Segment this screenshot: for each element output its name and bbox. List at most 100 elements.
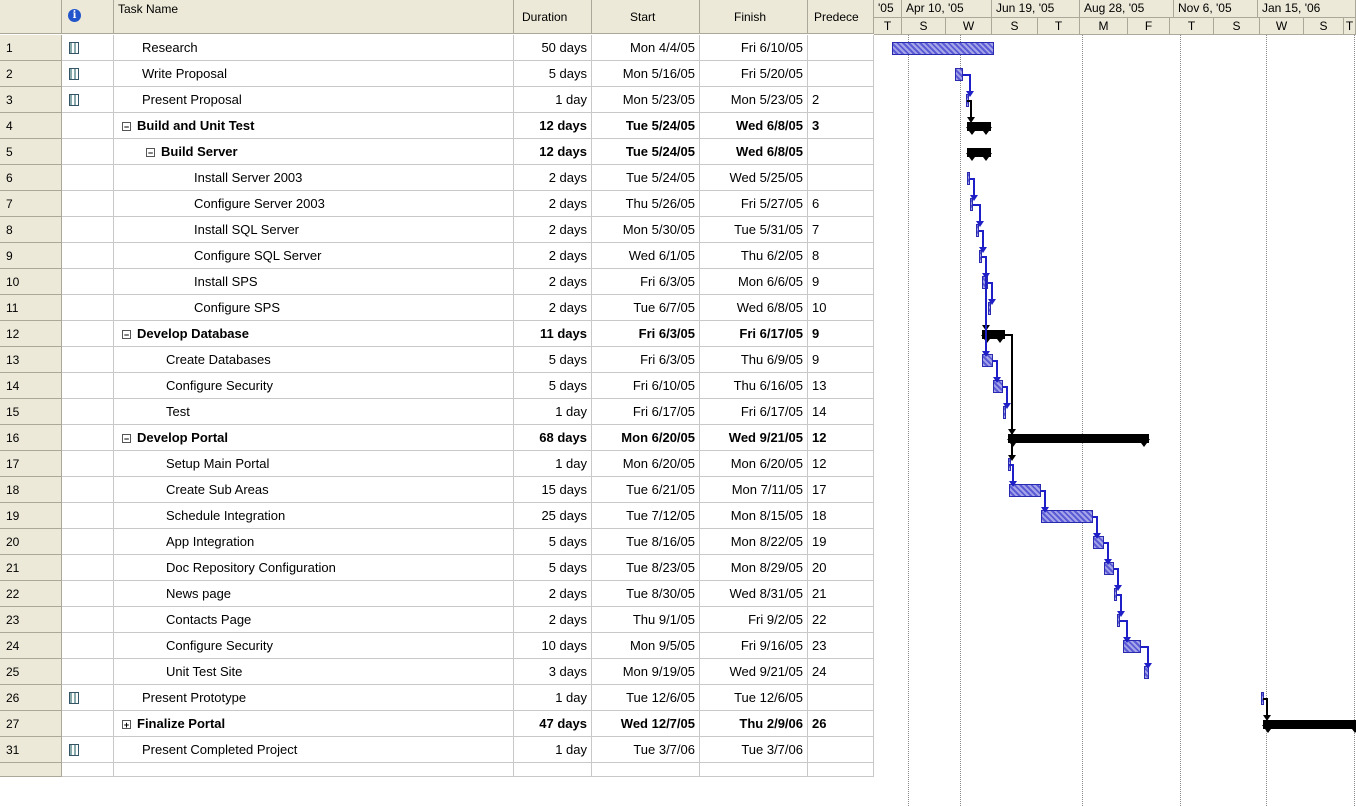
dependency-link[interactable] <box>1006 386 1008 403</box>
predecessors-cell[interactable] <box>808 165 874 191</box>
finish-cell[interactable]: Mon 8/15/05 <box>700 503 808 529</box>
dependency-link[interactable] <box>991 282 993 299</box>
dependency-link[interactable] <box>1106 542 1109 559</box>
dependency-link[interactable] <box>1043 490 1046 507</box>
start-cell[interactable]: Fri 6/3/05 <box>592 321 700 347</box>
start-cell[interactable]: Tue 3/7/06 <box>592 737 700 763</box>
start-cell[interactable]: Tue 6/7/05 <box>592 295 700 321</box>
predecessors-cell[interactable] <box>808 685 874 711</box>
table-row[interactable]: 17 Setup Main Portal 1 day Mon 6/20/05 Mon 6… <box>0 451 874 477</box>
duration-cell[interactable]: 1 day <box>514 399 592 425</box>
start-cell[interactable]: Mon 5/30/05 <box>592 217 700 243</box>
start-cell[interactable]: Tue 7/12/05 <box>592 503 700 529</box>
task-name[interactable]: Doc Repository Configuration <box>114 555 514 581</box>
start-cell[interactable]: Wed 6/1/05 <box>592 243 700 269</box>
dependency-link[interactable] <box>995 360 998 377</box>
finish-cell[interactable]: Fri 5/20/05 <box>700 61 808 87</box>
predecessors-cell[interactable]: 2 <box>808 87 874 113</box>
empty-cell[interactable] <box>592 763 700 777</box>
dependency-arrow[interactable] <box>982 351 990 357</box>
dependency-arrow[interactable] <box>1114 585 1122 591</box>
start-cell[interactable]: Mon 6/20/05 <box>592 451 700 477</box>
collapse-icon[interactable]: − <box>122 330 131 340</box>
table-row[interactable]: 23 Contacts Page 2 days Thu 9/1/05 Fri 9/2/0… <box>0 607 874 633</box>
finish-cell[interactable]: Tue 12/6/05 <box>700 685 808 711</box>
finish-cell[interactable]: Mon 5/23/05 <box>700 87 808 113</box>
table-row[interactable]: 24 Configure Security 10 days Mon 9/5/05 Fri… <box>0 633 874 659</box>
dependency-arrow[interactable] <box>1093 533 1101 539</box>
start-cell[interactable]: Tue 5/24/05 <box>592 139 700 165</box>
task-name[interactable]: Setup Main Portal <box>114 451 514 477</box>
start-cell[interactable]: Thu 5/26/05 <box>592 191 700 217</box>
empty-cell[interactable] <box>0 763 62 777</box>
collapse-icon[interactable]: − <box>122 434 131 444</box>
duration-cell[interactable]: 2 days <box>514 607 592 633</box>
finish-cell[interactable]: Thu 6/2/05 <box>700 243 808 269</box>
dependency-arrow[interactable] <box>988 299 996 305</box>
empty-cell[interactable] <box>114 763 514 777</box>
start-cell[interactable]: Wed 12/7/05 <box>592 711 700 737</box>
predecessors-cell[interactable]: 6 <box>808 191 874 217</box>
predecessors-cell[interactable]: 10 <box>808 295 874 321</box>
predecessors-cell[interactable]: 14 <box>808 399 874 425</box>
dependency-arrow[interactable] <box>992 377 1001 383</box>
predecessors-cell[interactable] <box>808 737 874 763</box>
dependency-arrow[interactable] <box>970 195 978 201</box>
duration-cell[interactable]: 15 days <box>514 477 592 503</box>
predecessors-cell[interactable] <box>808 139 874 165</box>
start-cell[interactable]: Mon 5/23/05 <box>592 87 700 113</box>
collapse-icon[interactable]: − <box>146 148 155 158</box>
finish-cell[interactable]: Fri 9/2/05 <box>700 607 808 633</box>
predecessors-cell[interactable]: 9 <box>808 321 874 347</box>
predecessors-cell[interactable]: 21 <box>808 581 874 607</box>
gantt-chart[interactable]: '05 Apr 10, '05 Jun 19, '05 Aug 28, '05 Nov … <box>874 0 1356 806</box>
start-cell[interactable]: Mon 6/20/05 <box>592 425 700 451</box>
dependency-arrow[interactable] <box>1144 663 1152 669</box>
task-bar[interactable] <box>955 68 963 81</box>
finish-cell[interactable]: Thu 6/16/05 <box>700 373 808 399</box>
task-bar[interactable] <box>892 42 994 55</box>
finish-cell[interactable]: Fri 9/16/05 <box>700 633 808 659</box>
predecessors-cell[interactable]: 19 <box>808 529 874 555</box>
task-name[interactable]: Present Prototype <box>114 685 514 711</box>
summary-bar-start-cap[interactable] <box>1006 439 1019 447</box>
duration-cell[interactable]: 25 days <box>514 503 592 529</box>
start-cell[interactable]: Tue 8/16/05 <box>592 529 700 555</box>
task-name[interactable]: − Develop Database <box>114 321 514 347</box>
table-row[interactable]: 18 Create Sub Areas 15 days Tue 6/21/05 Mon … <box>0 477 874 503</box>
predecessors-cell[interactable]: 13 <box>808 373 874 399</box>
duration-cell[interactable]: 2 days <box>514 269 592 295</box>
duration-cell[interactable]: 10 days <box>514 633 592 659</box>
task-name[interactable]: Configure Security <box>114 633 514 659</box>
start-cell[interactable]: Fri 6/3/05 <box>592 347 700 373</box>
header-start[interactable]: Start <box>592 0 700 34</box>
table-row[interactable]: 22 News page 2 days Tue 8/30/05 Wed 8/31/05 2… <box>0 581 874 607</box>
summary-bar-start-cap[interactable] <box>981 335 993 343</box>
predecessors-cell[interactable]: 9 <box>808 347 874 373</box>
duration-cell[interactable]: 1 day <box>514 737 592 763</box>
table-row[interactable]: 15 Test 1 day Fri 6/17/05 Fri 6/17/05 14 <box>0 399 874 425</box>
task-name[interactable]: Install SQL Server <box>114 217 514 243</box>
duration-cell[interactable]: 2 days <box>514 295 592 321</box>
finish-cell[interactable]: Wed 5/25/05 <box>700 165 808 191</box>
table-row[interactable]: 7 Configure Server 2003 2 days Thu 5/26/05 F… <box>0 191 874 217</box>
dependency-arrow[interactable] <box>1123 637 1131 643</box>
task-name[interactable]: News page <box>114 581 514 607</box>
start-cell[interactable]: Tue 8/23/05 <box>592 555 700 581</box>
predecessors-cell[interactable]: 17 <box>808 477 874 503</box>
start-cell[interactable]: Mon 9/5/05 <box>592 633 700 659</box>
summary-bar-end-cap[interactable] <box>1349 725 1356 733</box>
table-row[interactable]: 5− Build Server 12 days Tue 5/24/05 Wed 6/8/… <box>0 139 874 165</box>
dependency-link[interactable] <box>1120 594 1122 611</box>
task-name[interactable]: Test <box>114 399 514 425</box>
table-row[interactable]: 27 + Finalize Portal 47 days Wed 12/7/05 Thu … <box>0 711 874 737</box>
duration-cell[interactable]: 47 days <box>514 711 592 737</box>
finish-cell[interactable]: Tue 5/31/05 <box>700 217 808 243</box>
task-name[interactable]: Configure SQL Server <box>114 243 514 269</box>
start-cell[interactable]: Tue 6/21/05 <box>592 477 700 503</box>
finish-cell[interactable]: Mon 8/22/05 <box>700 529 808 555</box>
duration-cell[interactable]: 5 days <box>514 61 592 87</box>
duration-cell[interactable]: 1 day <box>514 87 592 113</box>
table-row[interactable]: 20 App Integration 5 days Tue 8/16/05 Mon 8/… <box>0 529 874 555</box>
table-row[interactable]: 14 Configure Security 5 days Fri 6/10/05 Thu… <box>0 373 874 399</box>
